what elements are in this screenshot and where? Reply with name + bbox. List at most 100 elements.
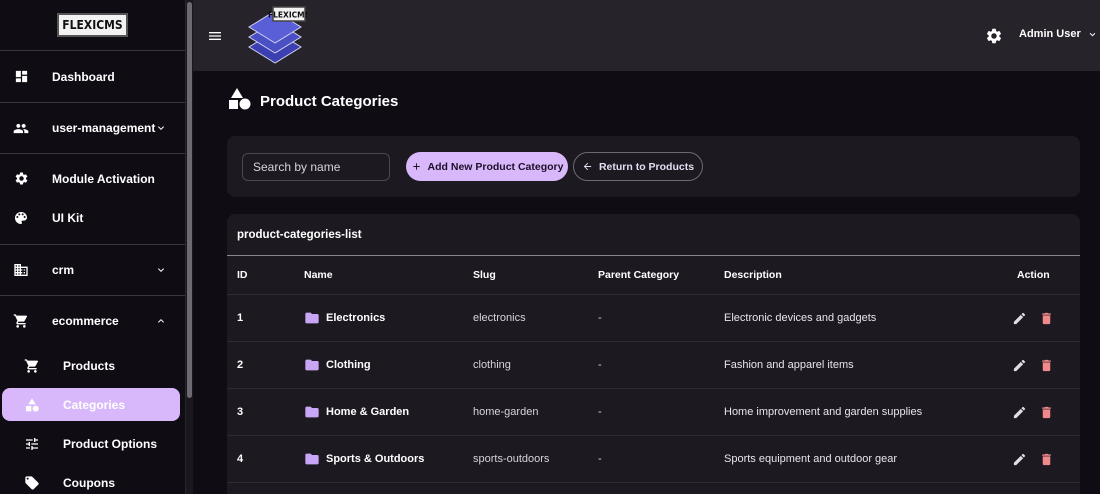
settings-gear-icon[interactable] [985, 27, 1003, 45]
row-parent: - [598, 359, 602, 371]
page-header: Product Categories [228, 87, 398, 116]
chevron-down-icon[interactable] [155, 264, 167, 276]
table-row: 1 Electronics electronics - Electronic d… [227, 295, 1080, 342]
row-description: Fashion and apparel items [724, 359, 854, 371]
folder-icon [305, 453, 319, 465]
folder-icon [305, 406, 319, 418]
row-parent: - [598, 406, 602, 418]
scrollbar-thumb[interactable] [187, 2, 192, 398]
sidebar-item-crm[interactable]: crm [0, 245, 185, 295]
column-header-name[interactable]: Name [304, 256, 333, 294]
row-description: Home improvement and garden supplies [724, 406, 923, 418]
folder-icon [305, 359, 319, 371]
row-name: Home & Garden [304, 389, 409, 435]
row-name: Electronics [304, 295, 385, 341]
sidebar-item-module-activation[interactable]: Module Activation [0, 159, 185, 198]
return-to-products-button[interactable]: Return to Products [573, 152, 703, 181]
row-name-text: Electronics [326, 312, 386, 324]
top-logo-text: FLEXICMS [268, 11, 307, 20]
shapes-icon [228, 87, 252, 116]
edit-pencil-icon[interactable] [1011, 357, 1027, 373]
row-description: Electronic devices and gadgets [724, 312, 877, 324]
arrow-left-icon [583, 162, 592, 171]
search-input[interactable] [242, 153, 390, 181]
sidebar-sub-item-products[interactable]: Products [0, 346, 185, 385]
sidebar-item-label: Coupons [63, 475, 115, 490]
row-parent: - [598, 312, 602, 324]
table-title: product-categories-list [227, 214, 1080, 256]
building-icon [13, 262, 29, 278]
sidebar-item-label: ecommerce [52, 314, 119, 328]
edit-pencil-icon[interactable] [1011, 310, 1027, 326]
sidebar-sub-item-product-options[interactable]: Product Options [0, 424, 185, 463]
row-slug: home-garden [473, 406, 539, 418]
sidebar-sub-item-categories[interactable]: Categories [2, 388, 180, 421]
edit-pencil-icon[interactable] [1011, 404, 1027, 420]
plus-icon [412, 163, 420, 170]
tag-icon [24, 475, 40, 491]
top-bar: FLEXICMS Admin User [193, 0, 1100, 71]
page-title: Product Categories [260, 93, 399, 110]
palette-icon [13, 210, 29, 226]
row-name-text: Clothing [326, 359, 371, 371]
gear-icon [13, 171, 29, 187]
shapes-icon [24, 397, 40, 413]
sidebar-item-user-management[interactable]: user-management [0, 103, 185, 153]
sidebar-item-label: Product Options [63, 436, 157, 451]
row-name: Clothing [304, 342, 371, 388]
column-header-slug[interactable]: Slug [473, 256, 496, 294]
column-header-id[interactable]: ID [237, 256, 248, 294]
add-category-label: Add New Product Category [427, 160, 564, 173]
table-row: 4 Sports & Outdoors sports-outdoors - Sp… [227, 436, 1080, 483]
chevron-down-icon [1089, 32, 1095, 36]
sidebar-sub-item-coupons[interactable]: Coupons [0, 463, 185, 494]
user-name: Admin User [1019, 28, 1081, 40]
sidebar-item-label: Categories [63, 397, 126, 412]
sidebar-item-dashboard[interactable]: Dashboard [0, 51, 185, 102]
row-actions [1011, 295, 1054, 341]
table-header-row: ID Name Slug Parent Category Description… [227, 256, 1080, 295]
column-header-description[interactable]: Description [724, 256, 782, 294]
sidebar-item-ecommerce[interactable]: ecommerce [0, 296, 185, 346]
row-id: 2 [237, 359, 244, 371]
add-category-button[interactable]: Add New Product Category [406, 152, 568, 181]
sidebar-logo-area: FLEXICMS [0, 0, 185, 51]
delete-trash-icon[interactable] [1038, 310, 1054, 326]
sidebar-item-label: Dashboard [52, 69, 115, 84]
user-menu[interactable]: Admin User [1019, 28, 1098, 40]
row-actions [1011, 342, 1054, 388]
chevron-down-icon[interactable] [155, 122, 167, 134]
row-name-text: Sports & Outdoors [326, 453, 425, 465]
column-header-parent[interactable]: Parent Category [598, 256, 679, 294]
sidebar-logo[interactable]: FLEXICMS [57, 13, 128, 37]
sidebar: FLEXICMS Dashboard user-management Modul… [0, 0, 186, 494]
row-slug: electronics [473, 312, 526, 324]
table-row: 3 Home & Garden home-garden - Home impro… [227, 389, 1080, 436]
app-logo[interactable]: FLEXICMS [243, 5, 310, 67]
sidebar-scrollbar[interactable] [186, 0, 193, 494]
row-slug: sports-outdoors [473, 453, 550, 465]
delete-trash-icon[interactable] [1038, 404, 1054, 420]
row-name: Sports & Outdoors [304, 436, 424, 482]
row-actions [1011, 436, 1054, 482]
sidebar-item-label: Products [63, 358, 116, 373]
folder-icon [305, 312, 319, 324]
delete-trash-icon[interactable] [1038, 451, 1054, 467]
sidebar-item-label: Module Activation [52, 171, 155, 186]
delete-trash-icon[interactable] [1038, 357, 1054, 373]
cart-icon [13, 313, 29, 329]
row-id: 1 [237, 312, 244, 324]
people-icon [13, 120, 29, 136]
row-actions [1011, 389, 1054, 435]
dashboard-icon [13, 69, 29, 85]
edit-pencil-icon[interactable] [1011, 451, 1027, 467]
row-name-text: Home & Garden [326, 406, 410, 418]
menu-icon[interactable] [207, 28, 223, 44]
chevron-up-icon[interactable] [155, 315, 167, 327]
row-parent: - [598, 453, 602, 465]
tune-icon [24, 436, 40, 452]
sidebar-item-ui-kit[interactable]: UI Kit [0, 198, 185, 238]
sidebar-item-label: user-management [52, 121, 156, 135]
sidebar-item-label: crm [52, 263, 75, 277]
row-description: Sports equipment and outdoor gear [724, 453, 898, 465]
